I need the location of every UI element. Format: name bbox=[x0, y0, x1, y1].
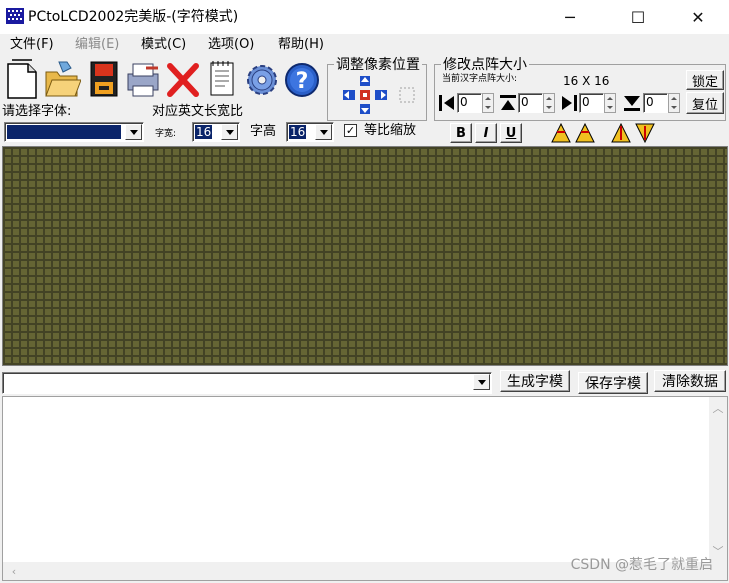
settings-gear-icon[interactable] bbox=[243, 58, 281, 100]
open-folder-icon[interactable] bbox=[43, 58, 81, 100]
flip-horizontal-icons bbox=[551, 122, 595, 143]
char-width-select[interactable]: 16 bbox=[192, 122, 240, 142]
proportional-label: 等比缩放 bbox=[364, 123, 417, 138]
left-spinner-buttons[interactable] bbox=[482, 93, 494, 113]
flip-vertical-icons bbox=[611, 122, 655, 144]
maximize-button[interactable]: ☐ bbox=[615, 0, 661, 34]
region-icon bbox=[399, 87, 415, 103]
lock-button[interactable]: 锁定 bbox=[686, 70, 724, 90]
matrix-size-title: 修改点阵大小 bbox=[441, 57, 529, 73]
print-icon[interactable] bbox=[124, 58, 162, 100]
shift-up-icon bbox=[360, 76, 370, 86]
center-icon bbox=[360, 90, 370, 100]
top-spinner-input[interactable]: 0 bbox=[518, 93, 543, 113]
chevron-down-icon[interactable] bbox=[125, 124, 142, 140]
char-height-select[interactable]: 16 bbox=[286, 122, 334, 142]
chevron-down-icon[interactable] bbox=[221, 124, 238, 140]
char-height-label: 字高 bbox=[250, 124, 277, 139]
char-width-label: 字宽: bbox=[155, 129, 177, 139]
shrink-top-icon[interactable] bbox=[499, 94, 517, 112]
shrink-left-icon[interactable] bbox=[438, 94, 456, 112]
clear-button[interactable]: 清除数据 bbox=[654, 370, 726, 392]
flip-right-icon bbox=[575, 122, 595, 143]
shrink-right-icon[interactable] bbox=[560, 94, 578, 112]
select-font-label: 请选择字体: bbox=[2, 104, 72, 119]
save-button[interactable]: 保存字模 bbox=[578, 372, 648, 394]
minimize-button[interactable]: ─ bbox=[547, 0, 593, 34]
window-title: PCtoLCD2002完美版-(字符模式) bbox=[28, 9, 239, 25]
delete-x-icon[interactable] bbox=[164, 58, 202, 100]
bottom-spinner-input[interactable]: 0 bbox=[643, 93, 668, 113]
new-file-icon[interactable] bbox=[4, 58, 42, 100]
current-size-value: 16 X 16 bbox=[563, 74, 610, 88]
scroll-left-icon[interactable]: ‹ bbox=[5, 562, 23, 580]
shift-right-icon bbox=[375, 90, 387, 100]
output-textarea[interactable]: ︿ ﹀ ‹ CSDN @惹毛了就重启 bbox=[2, 396, 728, 581]
top-spinner-buttons[interactable] bbox=[543, 93, 555, 113]
font-select[interactable] bbox=[4, 122, 144, 142]
reset-button[interactable]: 复位 bbox=[686, 92, 724, 114]
proportional-checkbox[interactable]: ✓ bbox=[344, 124, 357, 137]
generate-button[interactable]: 生成字模 bbox=[500, 370, 570, 392]
italic-button[interactable]: I bbox=[475, 123, 497, 143]
menu-edit[interactable]: 编辑(E) bbox=[75, 37, 119, 53]
chevron-down-icon[interactable] bbox=[473, 374, 490, 390]
save-disk-icon[interactable] bbox=[85, 58, 123, 100]
menu-help[interactable]: 帮助(H) bbox=[278, 37, 324, 53]
menu-mode[interactable]: 模式(C) bbox=[141, 37, 186, 53]
app-icon bbox=[6, 8, 24, 24]
close-button[interactable]: ✕ bbox=[675, 0, 721, 34]
underline-button[interactable]: U bbox=[500, 123, 522, 143]
pixel-adjust-arrows bbox=[343, 76, 415, 114]
flip-left-icon bbox=[551, 122, 571, 143]
shrink-bottom-icon[interactable] bbox=[622, 94, 642, 112]
vertical-scrollbar[interactable]: ︿ ﹀ bbox=[709, 397, 727, 580]
output-font-select[interactable] bbox=[2, 372, 492, 394]
svg-text:?: ? bbox=[296, 69, 309, 94]
bold-button[interactable]: B bbox=[450, 123, 472, 143]
watermark-text: CSDN @惹毛了就重启 bbox=[570, 557, 713, 573]
menu-file[interactable]: 文件(F) bbox=[10, 37, 54, 53]
current-size-label: 当前汉字点阵大小: bbox=[442, 74, 518, 84]
notepad-icon[interactable] bbox=[203, 58, 241, 100]
bottom-spinner-buttons[interactable] bbox=[668, 93, 680, 113]
help-icon[interactable]: ? bbox=[283, 58, 321, 100]
scroll-up-icon[interactable]: ︿ bbox=[709, 399, 727, 417]
ratio-label: 对应英文长宽比 bbox=[152, 104, 244, 119]
right-spinner-buttons[interactable] bbox=[604, 93, 616, 113]
shift-down-icon bbox=[360, 104, 370, 114]
shift-left-icon bbox=[343, 90, 355, 100]
menu-options[interactable]: 选项(O) bbox=[208, 37, 254, 53]
toolbar: ? 调整像素位置 修改点阵大小 当前汉字点阵大小: 16 X 16 锁定 0 0… bbox=[0, 56, 729, 146]
menu-bar: 文件(F) 编辑(E) 模式(C) 选项(O) 帮助(H) bbox=[0, 34, 729, 56]
title-bar[interactable]: PCtoLCD2002完美版-(字符模式) ─ ☐ ✕ bbox=[0, 0, 729, 34]
right-spinner-input[interactable]: 0 bbox=[579, 93, 604, 113]
chevron-down-icon[interactable] bbox=[315, 124, 332, 140]
dot-matrix-canvas[interactable] bbox=[2, 146, 728, 366]
left-spinner-input[interactable]: 0 bbox=[457, 93, 482, 113]
pixel-adjust-title: 调整像素位置 bbox=[334, 57, 422, 73]
flip-down-icon bbox=[635, 123, 655, 144]
flip-up-icon bbox=[611, 122, 631, 143]
